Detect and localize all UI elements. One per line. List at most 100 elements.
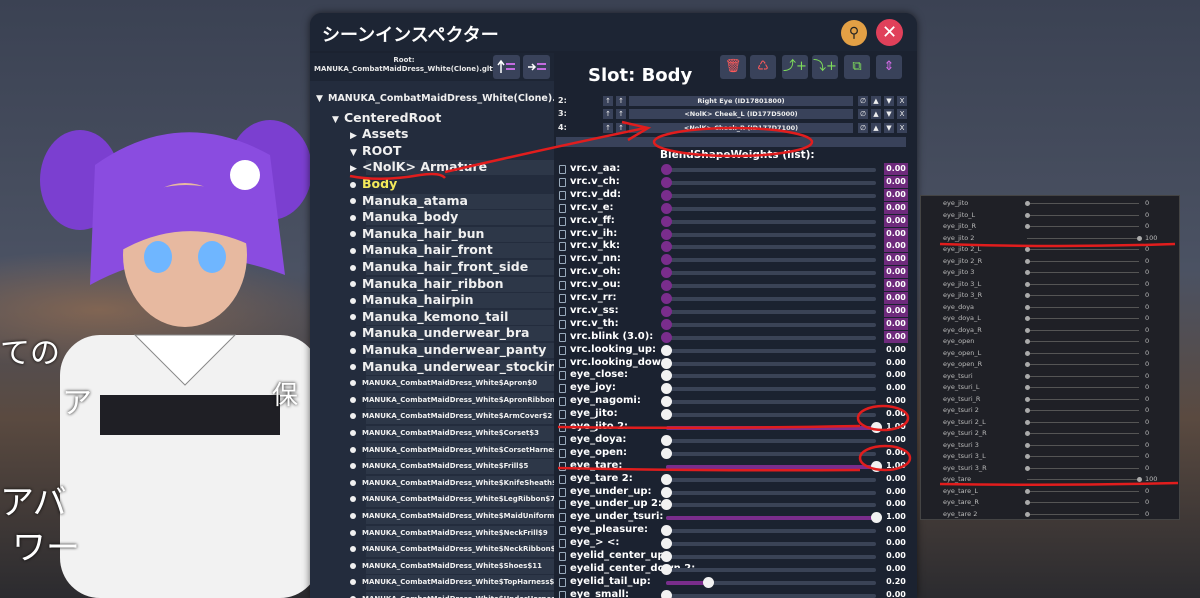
blendshape-value[interactable]: 0.00: [884, 369, 908, 381]
blendshape-value[interactable]: 0.00: [884, 524, 908, 536]
add-child-button[interactable]: ⤵+: [812, 55, 838, 79]
blendshape-slider[interactable]: [661, 370, 876, 382]
blendshape-slider[interactable]: [661, 215, 876, 227]
reference-slider-knob[interactable]: [1025, 465, 1030, 471]
hierarchy-item[interactable]: MANUKA_CombatMaidDress_White$ApronRibbon…: [350, 392, 554, 409]
reference-slider-knob[interactable]: [1025, 488, 1030, 494]
blendshape-value[interactable]: 0.00: [884, 227, 908, 240]
reference-slider[interactable]: [1025, 212, 1139, 218]
reference-slider[interactable]: [1025, 201, 1139, 206]
slider-knob[interactable]: [661, 164, 672, 175]
hierarchy-item[interactable]: MANUKA_CombatMaidDress_White$TopHarness$…: [350, 574, 554, 591]
reference-slider-knob[interactable]: [1025, 224, 1030, 229]
blendshape-value[interactable]: 0.00: [884, 304, 908, 317]
blendshape-value[interactable]: 0.00: [884, 292, 908, 304]
node-dot-icon[interactable]: [350, 513, 356, 519]
blendshape-value[interactable]: 0.00: [884, 175, 908, 188]
reference-slider-knob[interactable]: [1025, 293, 1030, 298]
hierarchy-item[interactable]: ▶ <NolK> Armature: [350, 159, 487, 176]
node-dot-icon[interactable]: [350, 231, 356, 238]
slider-knob[interactable]: [661, 396, 672, 408]
move-top-icon[interactable]: ↑: [616, 96, 626, 106]
blendshape-value[interactable]: 0.00: [884, 382, 908, 394]
blendshape-slider[interactable]: [666, 512, 882, 524]
hierarchy-item[interactable]: Manuka_underwear_panty: [350, 342, 546, 359]
add-parent-button[interactable]: ⤴+: [782, 55, 808, 79]
remove-icon[interactable]: X: [897, 122, 907, 133]
slider-knob[interactable]: [661, 176, 672, 188]
slider-knob[interactable]: [661, 228, 672, 240]
reference-slider-knob[interactable]: [1025, 327, 1030, 333]
blendshape-value[interactable]: 0.00: [884, 188, 908, 201]
reference-slider-knob[interactable]: [1025, 304, 1030, 310]
slider-knob[interactable]: [661, 589, 672, 598]
component-reference[interactable]: <NolK> Cheek_R (ID177D7100): [629, 122, 853, 133]
blendshape-slider[interactable]: [661, 344, 876, 356]
slider-knob[interactable]: [661, 525, 672, 537]
add-component-button[interactable]: [556, 137, 906, 147]
hierarchy-item[interactable]: MANUKA_CombatMaidDress_White$MaidUniform…: [350, 508, 554, 525]
node-dot-icon[interactable]: [350, 297, 356, 304]
hierarchy-item[interactable]: Manuka_underwear_bra: [350, 325, 529, 342]
reference-slider-knob[interactable]: [1137, 477, 1142, 482]
blendshape-slider[interactable]: [661, 499, 876, 511]
move-down-icon[interactable]: ▼: [884, 122, 894, 133]
slider-knob[interactable]: [661, 189, 672, 201]
slider-knob[interactable]: [661, 409, 672, 421]
reference-slider-knob[interactable]: [1025, 408, 1030, 413]
component-reference[interactable]: Right Eye (ID17801800): [629, 96, 853, 106]
blendshape-value[interactable]: 0.00: [884, 486, 908, 498]
hierarchy-item[interactable]: MANUKA_CombatMaidDress_White$CorsetHarne…: [350, 442, 554, 459]
reference-slider-knob[interactable]: [1025, 350, 1030, 356]
blendshape-value[interactable]: 0.20: [884, 576, 908, 588]
reference-slider-knob[interactable]: [1025, 201, 1030, 206]
component-reference[interactable]: <NolK> Cheek_L (ID177D5000): [629, 109, 853, 120]
reference-slider-knob[interactable]: [1025, 500, 1030, 505]
node-dot-icon[interactable]: [350, 380, 356, 387]
slider-knob[interactable]: [661, 357, 672, 369]
node-dot-icon[interactable]: [350, 496, 356, 503]
reference-slider[interactable]: [1025, 442, 1139, 448]
blendshape-slider[interactable]: [661, 409, 876, 421]
hierarchy-item[interactable]: Body: [350, 176, 397, 193]
blendshape-slider[interactable]: [661, 486, 876, 498]
node-dot-icon[interactable]: [350, 330, 356, 337]
slider-knob[interactable]: [661, 434, 672, 446]
move-up-icon[interactable]: ▲: [871, 96, 881, 106]
node-dot-icon[interactable]: [350, 281, 356, 288]
hierarchy-item[interactable]: Manuka_body: [350, 209, 458, 226]
node-dot-icon[interactable]: [350, 264, 356, 271]
blendshape-value[interactable]: 0.00: [884, 434, 908, 446]
hierarchy-item[interactable]: ▶ Assets: [350, 126, 408, 143]
reference-slider-knob[interactable]: [1025, 316, 1030, 321]
reference-slider[interactable]: [1025, 396, 1139, 402]
reference-slider[interactable]: [1025, 281, 1139, 287]
reference-slider[interactable]: [1025, 488, 1139, 494]
blendshape-slider[interactable]: [661, 293, 876, 304]
slider-knob[interactable]: [661, 447, 672, 459]
expand-down-icon[interactable]: ▼: [350, 148, 362, 158]
hierarchy-item[interactable]: MANUKA_CombatMaidDress_White$NeckFrill$9: [350, 525, 548, 542]
recycle-button[interactable]: ♺: [750, 55, 776, 79]
reference-slider[interactable]: [1025, 454, 1139, 459]
blendshape-slider[interactable]: [661, 267, 876, 279]
reference-slider[interactable]: [1025, 465, 1139, 471]
hierarchy-item[interactable]: MANUKA_CombatMaidDress_White$KnifeSheath…: [350, 475, 554, 492]
reference-slider[interactable]: [1027, 235, 1142, 241]
hierarchy-item[interactable]: MANUKA_CombatMaidDress_White$Shoes$11: [350, 558, 542, 575]
node-dot-icon[interactable]: [350, 314, 356, 321]
reference-slider-knob[interactable]: [1025, 385, 1030, 390]
expand-down-icon[interactable]: ▼: [332, 115, 344, 125]
slider-knob[interactable]: [871, 460, 882, 472]
reference-slider[interactable]: [1025, 385, 1139, 390]
blendshape-slider[interactable]: [661, 176, 876, 188]
slider-knob[interactable]: [661, 202, 672, 214]
blendshape-slider[interactable]: [666, 422, 882, 433]
blendshape-slider[interactable]: [661, 357, 876, 369]
blendshape-slider[interactable]: [661, 447, 876, 459]
blendshape-slider[interactable]: [661, 189, 876, 201]
blendshape-slider[interactable]: [661, 241, 876, 253]
reference-slider-knob[interactable]: [1025, 396, 1030, 402]
slider-knob[interactable]: [661, 370, 672, 382]
blendshape-slider[interactable]: [661, 202, 876, 214]
